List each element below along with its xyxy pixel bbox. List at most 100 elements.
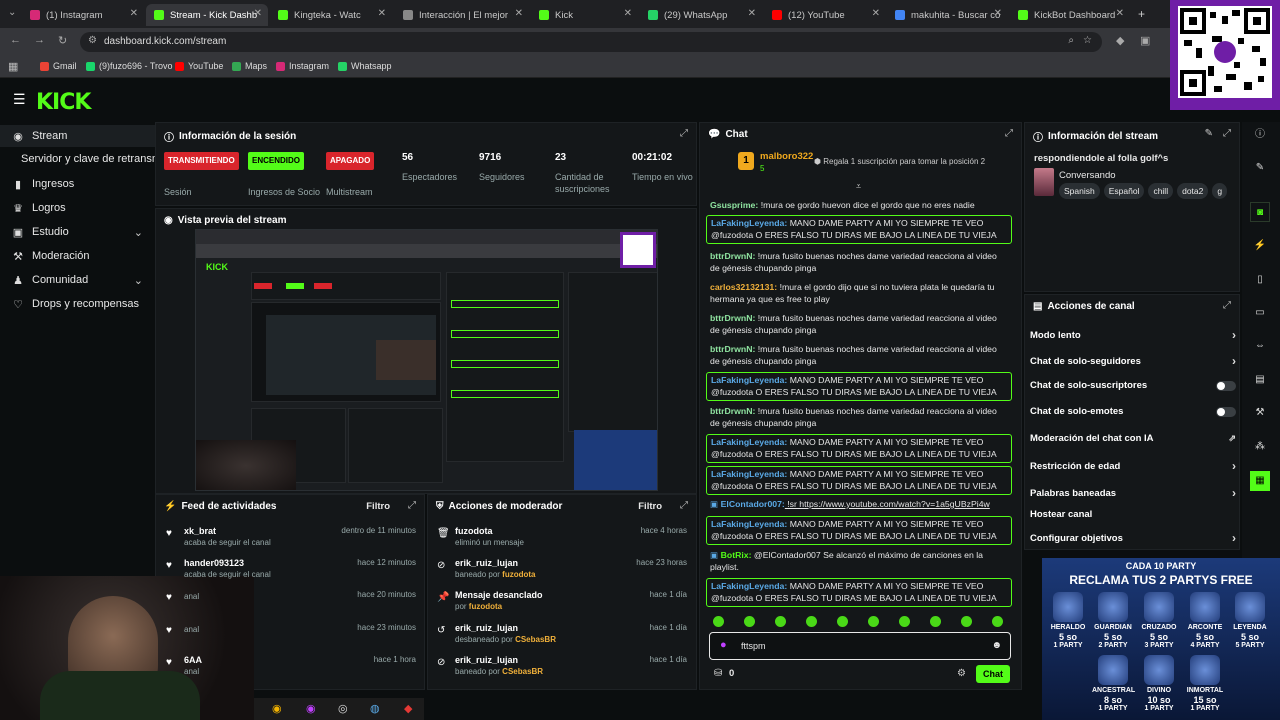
channel-expand-icon[interactable]: ⤢ — [1223, 300, 1231, 311]
rail-wrench-icon[interactable]: ⚒ — [1250, 403, 1270, 423]
sidebar-item[interactable]: ♡ Drops y recompensas — [0, 293, 155, 315]
rail-link-icon[interactable]: ⇔ — [1250, 336, 1270, 356]
channel-action-item[interactable]: Hostear canal — [1030, 509, 1236, 520]
chat-message[interactable]: bttrDrwnN: !mura fusito buenas noches da… — [706, 249, 1012, 276]
toggle-switch[interactable] — [1216, 380, 1236, 391]
edit-icon[interactable]: ✎ — [1205, 128, 1213, 139]
chat-message[interactable]: LaFakingLeyenda: MANO DAME PARTY A MI YO… — [706, 215, 1012, 244]
chat-send-button[interactable]: Chat — [976, 665, 1010, 683]
rail-info-icon[interactable]: ⓘ — [1250, 125, 1270, 145]
emote-icon[interactable] — [868, 616, 879, 627]
rail-list-icon[interactable]: ▤ — [1250, 370, 1270, 390]
mod-action-moderator[interactable]: fuzodota — [469, 602, 502, 611]
tab-close-icon[interactable]: ✕ — [378, 8, 386, 19]
chat-username[interactable]: ElContador007: — [721, 499, 785, 509]
dota-icon[interactable]: ◆ — [404, 702, 412, 715]
tab-close-icon[interactable]: ✕ — [130, 8, 138, 19]
chat-username[interactable]: bttrDrwnN: — [710, 406, 755, 416]
chat-message[interactable]: LaFakingLeyenda: MANO DAME PARTY A MI YO… — [706, 516, 1012, 545]
stream-preview-video[interactable]: KICK — [195, 229, 658, 491]
tab-close-icon[interactable]: ✕ — [624, 8, 632, 19]
chat-message[interactable]: LaFakingLeyenda: MANO DAME PARTY A MI YO… — [706, 434, 1012, 463]
mod-action-item[interactable]: ⊘ erik_ruiz_lujan baneado por fuzodota hace… — [437, 558, 687, 579]
tab-close-icon[interactable]: ✕ — [748, 8, 756, 19]
sidebar-item[interactable]: ◉ Stream — [0, 125, 155, 147]
tab-close-icon[interactable]: ✕ — [994, 8, 1002, 19]
site-info-icon[interactable]: ⚙ — [88, 35, 97, 46]
emote-icon[interactable] — [806, 616, 817, 627]
chat-message[interactable]: LaFakingLeyenda: MANO DAME PARTY A MI YO… — [706, 466, 1012, 495]
chat-expand-icon[interactable]: ⤢ — [1005, 128, 1013, 139]
pinned-gifter-name[interactable]: malboro322 — [760, 151, 813, 162]
emote-icon[interactable] — [961, 616, 972, 627]
mod-action-item[interactable]: 📌 Mensaje desanclado por fuzodota hace 1 dí… — [437, 590, 687, 611]
bookmark-item[interactable]: Maps — [232, 61, 267, 71]
collapse-pinned-icon[interactable]: ⩡ — [856, 181, 861, 192]
stream-info-expand-icon[interactable]: ⤢ — [1223, 128, 1231, 139]
browser-tab[interactable]: (29) WhatsApp ✕ — [640, 4, 762, 26]
chat-message[interactable]: LaFakingLeyenda: MANO DAME PARTY A MI YO… — [706, 372, 1012, 401]
chat-username[interactable]: LaFakingLeyenda: — [711, 469, 787, 479]
emote-icon[interactable] — [837, 616, 848, 627]
browser-tab[interactable]: Kick ✕ — [531, 4, 638, 26]
feed-item[interactable]: ♥ hander093123 acaba de seguir el canal hac… — [166, 558, 416, 579]
mod-action-moderator[interactable]: CSebasBR — [515, 635, 556, 644]
bookmark-item[interactable]: Whatsapp — [338, 61, 392, 71]
chat-username[interactable]: bttrDrwnN: — [710, 251, 755, 261]
category-thumbnail[interactable] — [1034, 168, 1054, 196]
kick-logo[interactable]: KICK — [36, 90, 91, 115]
chat-message[interactable]: bttrDrwnN: !mura fusito buenas noches da… — [706, 311, 1012, 338]
tab-close-icon[interactable]: ✕ — [254, 8, 262, 19]
stream-tag[interactable]: Español — [1103, 183, 1145, 199]
browser-tab[interactable]: Kingteka - Watc ✕ — [270, 4, 392, 26]
bookmark-item[interactable]: YouTube — [175, 61, 223, 71]
obs-icon[interactable]: ◎ — [338, 702, 348, 715]
expand-icon[interactable]: ⤢ — [680, 128, 688, 139]
tab-close-icon[interactable]: ✕ — [1116, 8, 1124, 19]
chat-username[interactable]: LaFakingLeyenda: — [711, 437, 787, 447]
feed-item[interactable]: ♥ xk_brat acaba de seguir el canal dentro d… — [166, 526, 416, 547]
extensions-puzzle-icon[interactable]: ▣ — [1140, 34, 1150, 47]
sidebar-item[interactable]: ▣ Estudio ⌄ — [0, 221, 155, 243]
emote-icon[interactable] — [775, 616, 786, 627]
stream-tag[interactable]: chill — [1148, 183, 1174, 199]
reload-icon[interactable]: ↻ — [58, 34, 67, 47]
chat-message[interactable]: bttrDrwnN: !mura fusito buenas noches da… — [706, 404, 1012, 431]
mod-expand-icon[interactable]: ⤢ — [680, 500, 688, 511]
category-name[interactable]: Conversando — [1059, 170, 1116, 181]
chat-username[interactable]: LaFakingLeyenda: — [711, 581, 787, 591]
chat-username[interactable]: bttrDrwnN: — [710, 313, 755, 323]
points-icon[interactable]: ⛁ — [714, 668, 722, 679]
channel-action-item[interactable]: Modo lento › — [1030, 328, 1236, 342]
toggle-switch[interactable] — [1216, 406, 1236, 417]
emote-icon[interactable] — [930, 616, 941, 627]
sidebar-item[interactable]: Servidor y clave de retransm — [0, 148, 155, 170]
new-tab-icon[interactable]: + — [1138, 7, 1145, 21]
channel-action-item[interactable]: Configurar objetivos › — [1030, 531, 1236, 545]
tab-close-icon[interactable]: ✕ — [515, 8, 523, 19]
chat-username[interactable]: LaFakingLeyenda: — [711, 218, 787, 228]
sidebar-item[interactable]: ⚒ Moderación — [0, 245, 155, 267]
rail-share-icon[interactable]: ⁂ — [1250, 437, 1270, 457]
feed-item[interactable]: ♥ 6AA anal hace 1 hora — [166, 655, 416, 676]
mod-action-item[interactable]: ↺ erik_ruiz_lujan desbaneado por CSebasBR h… — [437, 623, 687, 644]
mod-filter-button[interactable]: Filtro — [638, 501, 662, 512]
channel-action-item[interactable]: Moderación del chat con IA ⇗ — [1030, 433, 1236, 444]
chat-message[interactable]: bttrDrwnN: !mura fusito buenas noches da… — [706, 342, 1012, 369]
chrome-icon[interactable]: ◉ — [272, 702, 282, 715]
rail-pencil-icon[interactable]: ✎ — [1250, 158, 1270, 178]
zoom-icon[interactable]: ⌕ — [1068, 35, 1074, 46]
stream-tag[interactable]: dota2 — [1177, 183, 1209, 199]
browser-tab[interactable]: Stream - Kick Dashb ✕ — [146, 4, 268, 26]
mod-action-moderator[interactable]: CSebasBR — [502, 667, 543, 676]
channel-action-item[interactable]: Chat de solo-seguidores › — [1030, 354, 1236, 368]
emote-icon[interactable] — [713, 616, 724, 627]
browser-tab[interactable]: (12) YouTube ✕ — [764, 4, 886, 26]
chat-input[interactable]: ● fttspm ☻ — [709, 632, 1011, 660]
rail-bolt-icon[interactable]: ⚡ — [1250, 236, 1270, 256]
tab-close-icon[interactable]: ✕ — [872, 8, 880, 19]
extension-icon[interactable]: ◆ — [1116, 34, 1124, 47]
forward-icon[interactable]: → — [34, 34, 45, 46]
chat-settings-icon[interactable]: ⚙ — [957, 668, 966, 679]
apps-grid-icon[interactable]: ▦ — [8, 60, 18, 73]
